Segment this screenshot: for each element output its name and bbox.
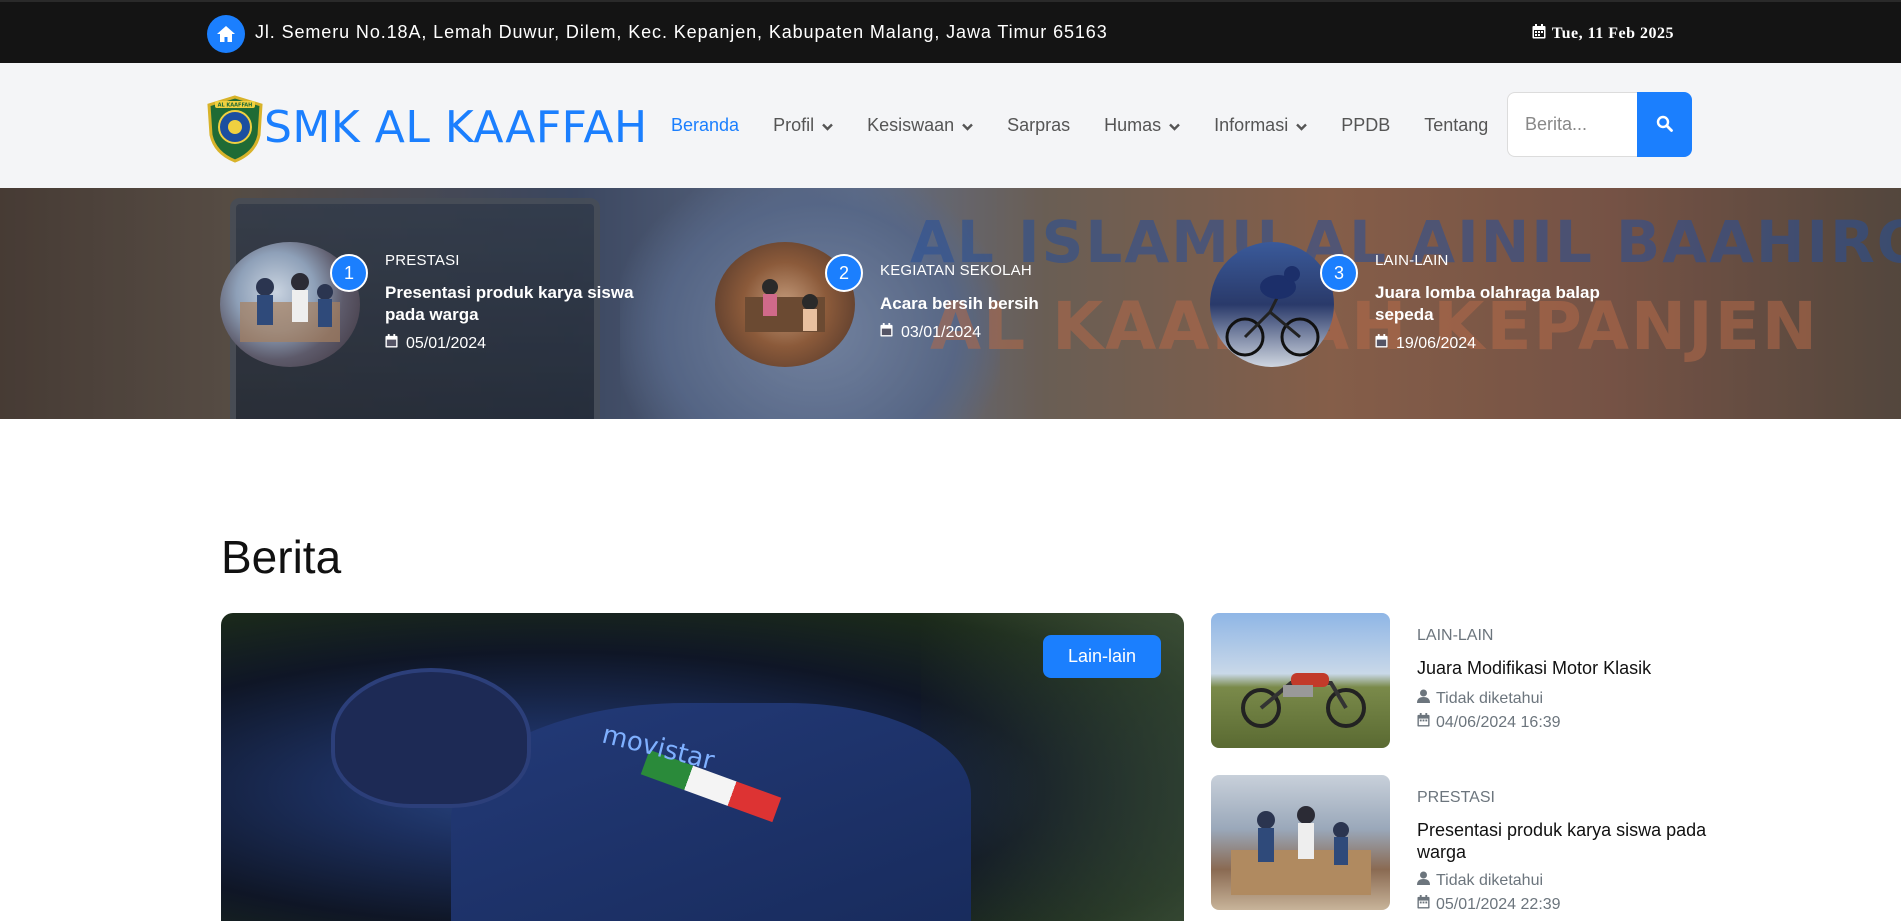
home-icon xyxy=(207,15,245,53)
top-bar: Jl. Semeru No.18A, Lemah Duwur, Dilem, K… xyxy=(0,0,1901,63)
post-title[interactable]: Presentasi produk karya siswa pada warga xyxy=(385,282,655,326)
news-list-item[interactable]: PRESTASI Presentasi produk karya siswa p… xyxy=(1211,775,1706,914)
news-list-item[interactable]: LAIN-LAIN Juara Modifikasi Motor Klasik … xyxy=(1211,613,1691,749)
post-category[interactable]: PRESTASI xyxy=(385,252,460,269)
post-date: 05/01/2024 xyxy=(385,334,486,353)
nav-item-label: Informasi xyxy=(1214,114,1289,135)
news-author-text: Tidak diketahui xyxy=(1436,689,1544,707)
category-badge[interactable]: Lain-lain xyxy=(1042,635,1161,678)
featured-news-card[interactable]: movistar Lain-lain xyxy=(221,613,1184,921)
current-date: Tue, 11 Feb 2025 xyxy=(1532,24,1674,44)
calendar-icon xyxy=(385,334,398,353)
calendar-icon xyxy=(1532,24,1546,44)
chevron-down-icon xyxy=(1169,115,1181,136)
news-author: Tidak diketahui xyxy=(1417,871,1543,890)
post-title[interactable]: Acara bersih bersih xyxy=(880,293,1150,315)
news-author-text: Tidak diketahui xyxy=(1436,871,1544,889)
school-address: Jl. Semeru No.18A, Lemah Duwur, Dilem, K… xyxy=(255,22,1108,42)
post-thumbnail[interactable] xyxy=(1210,242,1334,367)
post-category[interactable]: KEGIATAN SEKOLAH xyxy=(880,262,1032,279)
calendar-icon xyxy=(880,323,893,342)
news-datetime: 05/01/2024 22:39 xyxy=(1417,895,1561,914)
nav-item-profil[interactable]: Profil xyxy=(773,115,833,136)
main-menu: Beranda Profil Kesiswaan Sarpras Humas Inform… xyxy=(671,113,1488,137)
hero-post[interactable]: 1 PRESTASI Presentasi produk karya siswa… xyxy=(220,242,720,367)
news-category[interactable]: LAIN-LAIN xyxy=(1417,627,1493,645)
user-icon xyxy=(1417,871,1430,890)
news-author: Tidak diketahui xyxy=(1417,689,1543,708)
post-date: 19/06/2024 xyxy=(1375,334,1476,353)
user-icon xyxy=(1417,689,1430,708)
post-date-text: 03/01/2024 xyxy=(901,323,982,341)
post-date-text: 05/01/2024 xyxy=(406,334,487,352)
search-icon xyxy=(1656,115,1673,135)
hero-post[interactable]: 2 KEGIATAN SEKOLAH Acara bersih bersih 0… xyxy=(715,242,1215,367)
calendar-icon xyxy=(1375,334,1388,353)
nav-item-label: Humas xyxy=(1104,114,1162,135)
nav-item-label: Profil xyxy=(773,114,815,135)
news-title[interactable]: Presentasi produk karya siswa pada warga xyxy=(1417,819,1707,863)
news-datetime-text: 04/06/2024 16:39 xyxy=(1436,713,1561,731)
current-date-text: Tue, 11 Feb 2025 xyxy=(1551,25,1674,42)
search-form xyxy=(1507,92,1692,157)
chevron-down-icon xyxy=(962,115,973,136)
main-navbar: AL KAAFFAH SMK AL KAAFFAH Beranda Profil K… xyxy=(0,63,1901,188)
nav-item-ppdb[interactable]: PPDB xyxy=(1341,115,1390,136)
post-number: 2 xyxy=(825,254,863,292)
news-datetime: 04/06/2024 16:39 xyxy=(1417,713,1561,732)
post-number: 1 xyxy=(330,254,368,292)
brand-name[interactable]: SMK AL KAAFFAH xyxy=(264,102,648,153)
section-title-berita: Berita xyxy=(221,531,342,583)
hero-post[interactable]: 3 LAIN-LAIN Juara lomba olahraga balap s… xyxy=(1210,242,1710,367)
nav-item-label: Kesiswaan xyxy=(867,114,955,135)
post-date: 03/01/2024 xyxy=(880,323,981,342)
news-thumbnail[interactable] xyxy=(1211,775,1390,910)
news-title[interactable]: Juara Modifikasi Motor Klasik xyxy=(1417,657,1707,679)
news-datetime-text: 05/01/2024 22:39 xyxy=(1436,895,1561,913)
logo-text: AL KAAFFAH xyxy=(218,103,253,109)
hero-banner: AL ISLAMU AL AINIL BAAHIROH AL KAAFFAH K… xyxy=(0,188,1901,419)
search-button[interactable] xyxy=(1637,92,1692,157)
post-date-text: 19/06/2024 xyxy=(1396,334,1477,352)
chevron-down-icon xyxy=(1296,115,1308,136)
post-category[interactable]: LAIN-LAIN xyxy=(1375,252,1449,269)
calendar-icon xyxy=(1417,895,1430,914)
nav-item-label: Beranda xyxy=(671,114,740,135)
post-title[interactable]: Juara lomba olahraga balap sepeda xyxy=(1375,282,1635,326)
nav-item-label: Tentang xyxy=(1424,114,1489,135)
news-category[interactable]: PRESTASI xyxy=(1417,789,1495,807)
news-thumbnail[interactable] xyxy=(1211,613,1390,748)
nav-item-kesiswaan[interactable]: Kesiswaan xyxy=(867,115,973,136)
nav-item-label: PPDB xyxy=(1341,114,1391,135)
nav-item-label: Sarpras xyxy=(1007,114,1071,135)
school-logo[interactable]: AL KAAFFAH xyxy=(207,95,263,163)
nav-item-informasi[interactable]: Informasi xyxy=(1214,114,1308,136)
nav-item-tentang[interactable]: Tentang xyxy=(1424,115,1488,136)
post-number: 3 xyxy=(1320,254,1358,292)
nav-item-humas[interactable]: Humas xyxy=(1104,114,1181,136)
search-input[interactable] xyxy=(1507,92,1637,157)
nav-item-beranda[interactable]: Beranda xyxy=(671,115,739,136)
chevron-down-icon xyxy=(822,115,833,136)
calendar-icon xyxy=(1417,713,1430,732)
nav-item-sarpras[interactable]: Sarpras xyxy=(1007,115,1070,136)
